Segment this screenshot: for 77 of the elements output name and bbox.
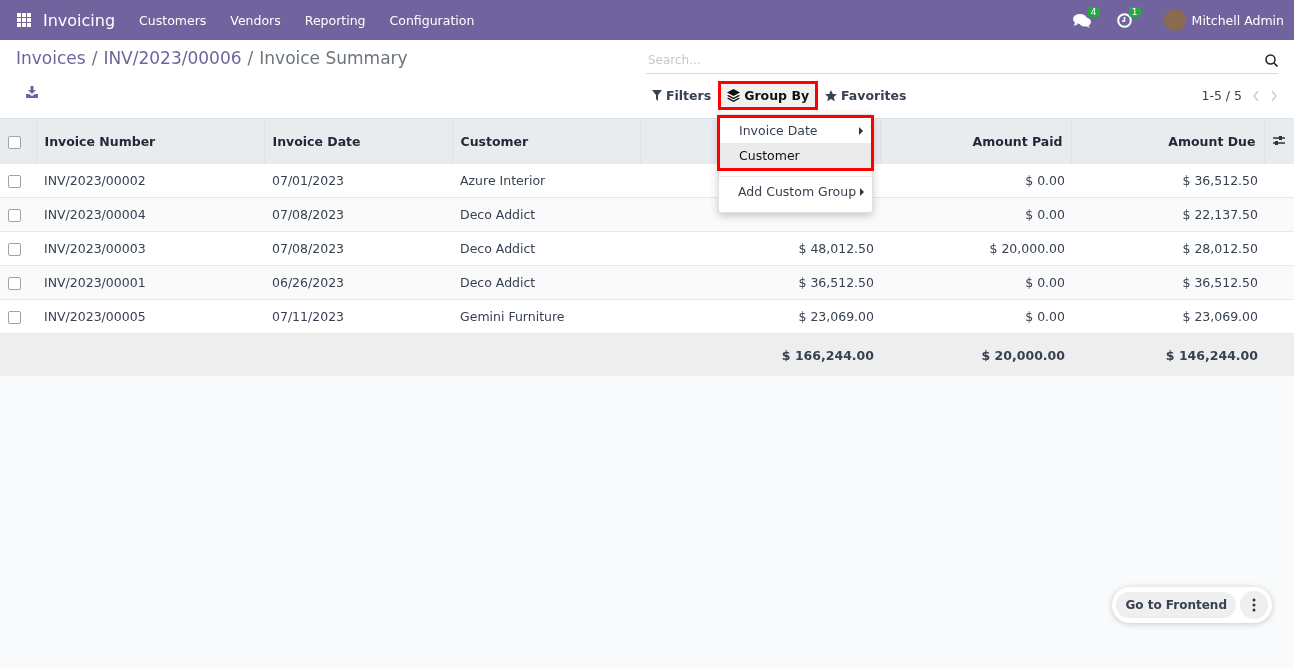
menu-option[interactable]: Add Custom Group [719, 179, 872, 204]
previous-icon[interactable] [1252, 89, 1260, 102]
apps-grid-icon[interactable] [17, 13, 31, 27]
breadcrumb-link[interactable]: INV/2023/00006 [103, 48, 242, 68]
table-cell: $ 36,512.50 [640, 265, 880, 300]
table-cell: Gemini Furniture [452, 299, 640, 334]
table-cell: $ 0.00 [880, 299, 1071, 334]
menu-item[interactable]: Vendors [230, 12, 281, 28]
table-cell: 07/08/2023 [264, 231, 452, 266]
chat-icon[interactable] [1072, 12, 1091, 28]
menu-option[interactable]: Customer [720, 143, 871, 168]
group-by-button[interactable]: Group By [721, 84, 816, 107]
table-cell: $ 23,069.00 [1071, 299, 1264, 334]
column-header[interactable]: Amount Paid [880, 119, 1071, 164]
activity-count-badge: 1 [1128, 6, 1141, 17]
table-cell: Azure Interior [452, 164, 640, 198]
table-cell: Deco Addict [452, 265, 640, 300]
column-header[interactable]: Invoice Date [264, 119, 452, 164]
table-cell: 06/26/2023 [264, 265, 452, 300]
kebab-icon [1252, 598, 1256, 612]
total-cell: $ 166,244.00 [640, 333, 880, 376]
table-cell: $ 23,069.00 [640, 299, 880, 334]
pager-counter: 1-5 / 5 [1201, 88, 1242, 103]
breadcrumb-link[interactable]: Invoices [16, 48, 86, 68]
total-cell: $ 20,000.00 [880, 333, 1071, 376]
table-cell: $ 48,012.50 [640, 231, 880, 266]
table-cell: 07/11/2023 [264, 299, 452, 334]
table-cell: $ 0.00 [880, 164, 1071, 198]
table-cell: INV/2023/00002 [36, 164, 264, 198]
table-cell: $ 36,512.50 [1071, 164, 1264, 198]
user-name[interactable]: Mitchell Admin [1191, 12, 1284, 28]
filters-button[interactable]: Filters [646, 84, 718, 107]
table-cell: 07/08/2023 [264, 197, 452, 232]
clock-icon[interactable] [1116, 12, 1132, 28]
search-icon[interactable] [1265, 53, 1278, 67]
table-cell: $ 28,012.50 [1071, 231, 1264, 266]
select-all-checkbox[interactable] [8, 136, 21, 149]
total-cell: $ 146,244.00 [1071, 333, 1264, 376]
table-cell: INV/2023/00005 [36, 299, 264, 334]
menu-item[interactable]: Customers [139, 12, 207, 28]
menu-item[interactable]: Reporting [304, 12, 366, 28]
layers-icon [727, 89, 741, 102]
menu-item[interactable]: Configuration [389, 12, 475, 28]
more-button[interactable] [1240, 591, 1268, 619]
table-cell: Deco Addict [452, 231, 640, 266]
breadcrumb-separator: / [247, 48, 254, 68]
app-title[interactable]: Invoicing [43, 10, 116, 30]
search-field[interactable]: Search... [646, 47, 1278, 74]
column-header[interactable]: Invoice Number [36, 119, 264, 164]
page-title: Invoice Summary [259, 48, 408, 68]
row-checkbox[interactable] [8, 209, 21, 222]
row-checkbox[interactable] [8, 243, 21, 256]
column-header[interactable]: Customer [452, 119, 640, 164]
table-cell: Deco Addict [452, 197, 640, 232]
table-cell: INV/2023/00003 [36, 231, 264, 266]
next-icon[interactable] [1270, 89, 1278, 102]
message-count-badge: 4 [1087, 6, 1100, 17]
download-icon[interactable] [26, 86, 38, 98]
star-icon [825, 89, 838, 102]
row-checkbox[interactable] [8, 277, 21, 290]
table-cell: $ 0.00 [880, 265, 1071, 300]
row-checkbox[interactable] [8, 311, 21, 324]
filter-icon [652, 90, 662, 101]
column-header[interactable]: Amount Due [1071, 119, 1264, 164]
go-to-frontend-button[interactable]: Go to Frontend [1116, 592, 1236, 618]
table-cell: INV/2023/00004 [36, 197, 264, 232]
menu-option[interactable]: Invoice Date [720, 118, 871, 143]
table-cell: $ 22,137.50 [1071, 197, 1264, 232]
table-cell: $ 0.00 [880, 197, 1071, 232]
breadcrumb-separator: / [91, 48, 98, 68]
table-cell: $ 20,000.00 [880, 231, 1071, 266]
table-cell: 07/01/2023 [264, 164, 452, 198]
favorites-button[interactable]: Favorites [819, 84, 913, 107]
sliders-icon[interactable] [1272, 135, 1285, 146]
table-cell: INV/2023/00001 [36, 265, 264, 300]
table-cell: $ 36,512.50 [1071, 265, 1264, 300]
row-checkbox[interactable] [8, 175, 21, 188]
